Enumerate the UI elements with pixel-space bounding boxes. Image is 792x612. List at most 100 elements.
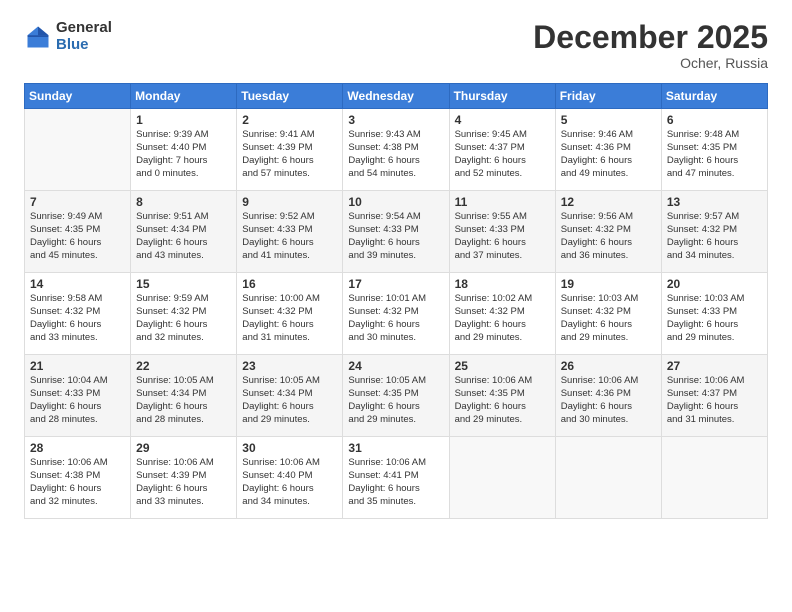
day-info: Sunrise: 9:59 AM Sunset: 4:32 PM Dayligh… [136,293,231,344]
day-number: 8 [136,195,231,209]
day-info: Sunrise: 10:02 AM Sunset: 4:32 PM Daylig… [455,293,550,344]
calendar-cell: 2Sunrise: 9:41 AM Sunset: 4:39 PM Daylig… [237,109,343,191]
day-number: 12 [561,195,656,209]
day-info: Sunrise: 10:03 AM Sunset: 4:32 PM Daylig… [561,293,656,344]
day-number: 14 [30,277,125,291]
day-number: 27 [667,359,762,373]
calendar-cell: 8 Sunrise: 9:51 AM Sunset: 4:34 PM Daylig… [131,191,237,273]
day-info: Sunrise: 10:05 AM Sunset: 4:34 PM Daylig… [242,375,337,426]
day-info: Sunrise: 10:03 AM Sunset: 4:33 PM Daylig… [667,293,762,344]
day-info: Sunrise: 9:45 AM Sunset: 4:37 PM Dayligh… [455,129,550,180]
calendar-cell [449,437,555,519]
day-info: Sunrise: 9:49 AM Sunset: 4:35 PM Dayligh… [30,211,125,262]
day-info: Sunrise: 9:58 AM Sunset: 4:32 PM Dayligh… [30,293,125,344]
logo-blue-text: Blue [56,37,112,54]
day-info: Sunrise: 9:56 AM Sunset: 4:32 PM Dayligh… [561,211,656,262]
day-number: 4 [455,113,550,127]
day-info: Sunrise: 10:06 AM Sunset: 4:36 PM Daylig… [561,375,656,426]
day-number: 18 [455,277,550,291]
day-info: Sunrise: 10:06 AM Sunset: 4:40 PM Daylig… [242,457,337,508]
calendar-header-sunday: Sunday [25,84,131,109]
day-info: Sunrise: 10:04 AM Sunset: 4:33 PM Daylig… [30,375,125,426]
calendar-header-wednesday: Wednesday [343,84,449,109]
calendar-table: SundayMondayTuesdayWednesdayThursdayFrid… [24,83,768,519]
day-info: Sunrise: 9:39 AM Sunset: 4:40 PM Dayligh… [136,129,231,180]
logo-text: General Blue [56,20,112,53]
day-info: Sunrise: 10:06 AM Sunset: 4:39 PM Daylig… [136,457,231,508]
subtitle: Ocher, Russia [533,55,768,71]
day-number: 31 [348,441,443,455]
header: General Blue December 2025 Ocher, Russia [24,20,768,71]
day-number: 1 [136,113,231,127]
day-number: 19 [561,277,656,291]
calendar-header-tuesday: Tuesday [237,84,343,109]
logo-general-text: General [56,20,112,37]
calendar-cell: 23 Sunrise: 10:05 AM Sunset: 4:34 PM Dayl… [237,355,343,437]
calendar-cell: 5 Sunrise: 9:46 AM Sunset: 4:36 PM Daylig… [555,109,661,191]
calendar-cell: 27 Sunrise: 10:06 AM Sunset: 4:37 PM Dayl… [661,355,767,437]
day-number: 30 [242,441,337,455]
day-info: Sunrise: 10:06 AM Sunset: 4:35 PM Daylig… [455,375,550,426]
calendar-cell: 6Sunrise: 9:48 AM Sunset: 4:35 PM Daylig… [661,109,767,191]
calendar-cell: 1 Sunrise: 9:39 AM Sunset: 4:40 PM Daylig… [131,109,237,191]
day-info: Sunrise: 10:00 AM Sunset: 4:32 PM Daylig… [242,293,337,344]
day-info: Sunrise: 10:01 AM Sunset: 4:32 PM Daylig… [348,293,443,344]
day-info: Sunrise: 9:41 AM Sunset: 4:39 PM Dayligh… [242,129,337,180]
day-info: Sunrise: 9:57 AM Sunset: 4:32 PM Dayligh… [667,211,762,262]
day-number: 15 [136,277,231,291]
day-number: 10 [348,195,443,209]
calendar-cell: 25 Sunrise: 10:06 AM Sunset: 4:35 PM Dayl… [449,355,555,437]
logo-icon [24,23,52,51]
main-title: December 2025 [533,20,768,55]
day-number: 23 [242,359,337,373]
day-info: Sunrise: 10:06 AM Sunset: 4:37 PM Daylig… [667,375,762,426]
calendar-cell: 11Sunrise: 9:55 AM Sunset: 4:33 PM Dayli… [449,191,555,273]
calendar-cell: 18 Sunrise: 10:02 AM Sunset: 4:32 PM Dayl… [449,273,555,355]
day-info: Sunrise: 9:51 AM Sunset: 4:34 PM Dayligh… [136,211,231,262]
calendar-week-row: 21 Sunrise: 10:04 AM Sunset: 4:33 PM Dayl… [25,355,768,437]
day-number: 21 [30,359,125,373]
day-info: Sunrise: 10:05 AM Sunset: 4:35 PM Daylig… [348,375,443,426]
calendar-header-row: SundayMondayTuesdayWednesdayThursdayFrid… [25,84,768,109]
calendar-cell: 21 Sunrise: 10:04 AM Sunset: 4:33 PM Dayl… [25,355,131,437]
calendar-cell: 12 Sunrise: 9:56 AM Sunset: 4:32 PM Dayli… [555,191,661,273]
calendar-cell: 28 Sunrise: 10:06 AM Sunset: 4:38 PM Dayl… [25,437,131,519]
calendar-cell [661,437,767,519]
day-info: Sunrise: 10:06 AM Sunset: 4:38 PM Daylig… [30,457,125,508]
day-number: 6 [667,113,762,127]
calendar-cell: 16Sunrise: 10:00 AM Sunset: 4:32 PM Dayl… [237,273,343,355]
calendar-header-monday: Monday [131,84,237,109]
calendar-week-row: 14 Sunrise: 9:58 AM Sunset: 4:32 PM Dayli… [25,273,768,355]
day-info: Sunrise: 9:54 AM Sunset: 4:33 PM Dayligh… [348,211,443,262]
calendar-cell [25,109,131,191]
calendar-cell: 29Sunrise: 10:06 AM Sunset: 4:39 PM Dayl… [131,437,237,519]
calendar-cell: 24Sunrise: 10:05 AM Sunset: 4:35 PM Dayl… [343,355,449,437]
calendar-header-friday: Friday [555,84,661,109]
calendar-week-row: 1 Sunrise: 9:39 AM Sunset: 4:40 PM Daylig… [25,109,768,191]
day-info: Sunrise: 9:46 AM Sunset: 4:36 PM Dayligh… [561,129,656,180]
day-number: 3 [348,113,443,127]
day-info: Sunrise: 9:43 AM Sunset: 4:38 PM Dayligh… [348,129,443,180]
calendar-cell: 20 Sunrise: 10:03 AM Sunset: 4:33 PM Dayl… [661,273,767,355]
page: General Blue December 2025 Ocher, Russia… [0,0,792,612]
calendar-cell: 31Sunrise: 10:06 AM Sunset: 4:41 PM Dayl… [343,437,449,519]
calendar-cell: 17 Sunrise: 10:01 AM Sunset: 4:32 PM Dayl… [343,273,449,355]
calendar-cell [555,437,661,519]
calendar-cell: 26Sunrise: 10:06 AM Sunset: 4:36 PM Dayl… [555,355,661,437]
day-number: 5 [561,113,656,127]
day-number: 20 [667,277,762,291]
day-number: 25 [455,359,550,373]
calendar-cell: 15 Sunrise: 9:59 AM Sunset: 4:32 PM Dayli… [131,273,237,355]
calendar-cell: 7 Sunrise: 9:49 AM Sunset: 4:35 PM Daylig… [25,191,131,273]
calendar-week-row: 7 Sunrise: 9:49 AM Sunset: 4:35 PM Daylig… [25,191,768,273]
calendar-week-row: 28 Sunrise: 10:06 AM Sunset: 4:38 PM Dayl… [25,437,768,519]
calendar-header-saturday: Saturday [661,84,767,109]
day-number: 7 [30,195,125,209]
logo: General Blue [24,20,112,53]
calendar-cell: 3 Sunrise: 9:43 AM Sunset: 4:38 PM Daylig… [343,109,449,191]
day-number: 28 [30,441,125,455]
day-number: 17 [348,277,443,291]
calendar-cell: 30 Sunrise: 10:06 AM Sunset: 4:40 PM Dayl… [237,437,343,519]
calendar-cell: 10 Sunrise: 9:54 AM Sunset: 4:33 PM Dayli… [343,191,449,273]
calendar-cell: 19 Sunrise: 10:03 AM Sunset: 4:32 PM Dayl… [555,273,661,355]
